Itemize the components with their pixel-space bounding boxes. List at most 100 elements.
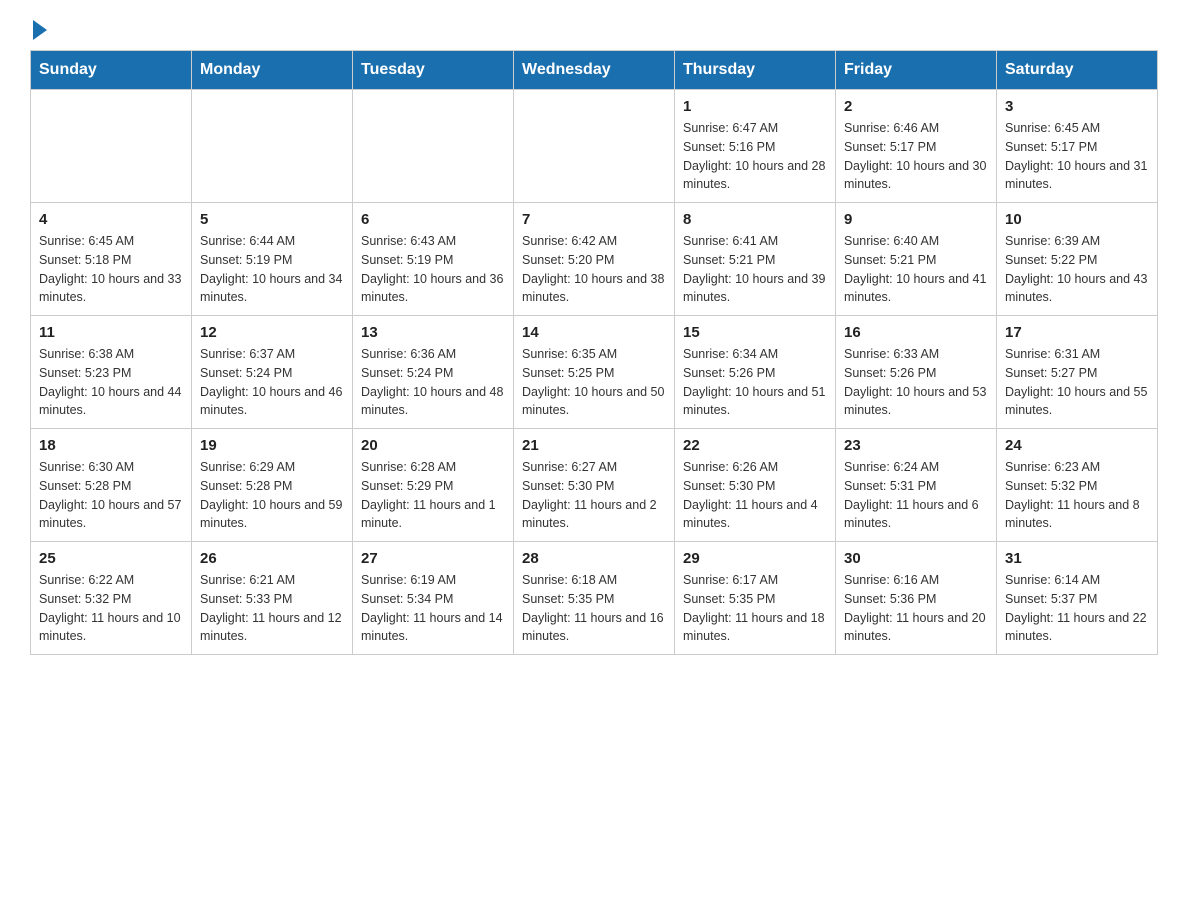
day-number: 13	[361, 324, 505, 341]
day-number: 20	[361, 437, 505, 454]
day-info: Sunrise: 6:41 AM Sunset: 5:21 PM Dayligh…	[683, 232, 827, 307]
calendar-cell: 11Sunrise: 6:38 AM Sunset: 5:23 PM Dayli…	[31, 316, 192, 429]
calendar-cell: 16 Sunrise: 6:33 AM Sunset: 5:26 PM Dayli…	[836, 316, 997, 429]
day-info: Sunrise: 6:14 AM Sunset: 5:37 PM Dayligh…	[1005, 571, 1149, 646]
calendar-cell: 18 Sunrise: 6:30 AM Sunset: 5:28 PM Dayli…	[31, 429, 192, 542]
header-row: Sunday Monday Tuesday Wednesday Thursday…	[31, 51, 1158, 90]
calendar-cell: 26 Sunrise: 6:21 AM Sunset: 5:33 PM Dayli…	[192, 542, 353, 655]
calendar-cell	[192, 90, 353, 203]
calendar-cell: 30 Sunrise: 6:16 AM Sunset: 5:36 PM Dayli…	[836, 542, 997, 655]
day-number: 30	[844, 550, 988, 567]
calendar-cell: 9 Sunrise: 6:40 AM Sunset: 5:21 PM Daylig…	[836, 203, 997, 316]
day-info: Sunrise: 6:16 AM Sunset: 5:36 PM Dayligh…	[844, 571, 988, 646]
day-number: 8	[683, 211, 827, 228]
day-number: 24	[1005, 437, 1149, 454]
logo-blue-line	[30, 20, 47, 40]
header-tuesday: Tuesday	[353, 51, 514, 90]
header-wednesday: Wednesday	[514, 51, 675, 90]
calendar-cell: 5 Sunrise: 6:44 AM Sunset: 5:19 PM Daylig…	[192, 203, 353, 316]
day-number: 28	[522, 550, 666, 567]
day-info: Sunrise: 6:45 AM Sunset: 5:17 PM Dayligh…	[1005, 119, 1149, 194]
day-number: 26	[200, 550, 344, 567]
header-saturday: Saturday	[997, 51, 1158, 90]
calendar-week-row: 4 Sunrise: 6:45 AM Sunset: 5:18 PM Daylig…	[31, 203, 1158, 316]
day-info: Sunrise: 6:31 AM Sunset: 5:27 PM Dayligh…	[1005, 345, 1149, 420]
day-number: 27	[361, 550, 505, 567]
day-info: Sunrise: 6:17 AM Sunset: 5:35 PM Dayligh…	[683, 571, 827, 646]
day-number: 18	[39, 437, 183, 454]
day-info: Sunrise: 6:30 AM Sunset: 5:28 PM Dayligh…	[39, 458, 183, 533]
calendar-cell: 21Sunrise: 6:27 AM Sunset: 5:30 PM Dayli…	[514, 429, 675, 542]
calendar-cell: 4 Sunrise: 6:45 AM Sunset: 5:18 PM Daylig…	[31, 203, 192, 316]
calendar-cell: 27Sunrise: 6:19 AM Sunset: 5:34 PM Dayli…	[353, 542, 514, 655]
day-info: Sunrise: 6:21 AM Sunset: 5:33 PM Dayligh…	[200, 571, 344, 646]
day-number: 9	[844, 211, 988, 228]
day-info: Sunrise: 6:18 AM Sunset: 5:35 PM Dayligh…	[522, 571, 666, 646]
day-info: Sunrise: 6:29 AM Sunset: 5:28 PM Dayligh…	[200, 458, 344, 533]
header-friday: Friday	[836, 51, 997, 90]
header-sunday: Sunday	[31, 51, 192, 90]
day-info: Sunrise: 6:22 AM Sunset: 5:32 PM Dayligh…	[39, 571, 183, 646]
day-info: Sunrise: 6:26 AM Sunset: 5:30 PM Dayligh…	[683, 458, 827, 533]
day-number: 5	[200, 211, 344, 228]
calendar-cell	[31, 90, 192, 203]
day-number: 1	[683, 98, 827, 115]
day-number: 6	[361, 211, 505, 228]
day-info: Sunrise: 6:35 AM Sunset: 5:25 PM Dayligh…	[522, 345, 666, 420]
day-number: 21	[522, 437, 666, 454]
calendar-cell: 3 Sunrise: 6:45 AM Sunset: 5:17 PM Daylig…	[997, 90, 1158, 203]
calendar-cell: 28 Sunrise: 6:18 AM Sunset: 5:35 PM Dayli…	[514, 542, 675, 655]
calendar-cell: 8 Sunrise: 6:41 AM Sunset: 5:21 PM Daylig…	[675, 203, 836, 316]
day-number: 10	[1005, 211, 1149, 228]
day-info: Sunrise: 6:39 AM Sunset: 5:22 PM Dayligh…	[1005, 232, 1149, 307]
day-info: Sunrise: 6:40 AM Sunset: 5:21 PM Dayligh…	[844, 232, 988, 307]
calendar-cell: 23 Sunrise: 6:24 AM Sunset: 5:31 PM Dayli…	[836, 429, 997, 542]
calendar-cell: 1 Sunrise: 6:47 AM Sunset: 5:16 PM Daylig…	[675, 90, 836, 203]
calendar-header: Sunday Monday Tuesday Wednesday Thursday…	[31, 51, 1158, 90]
day-info: Sunrise: 6:24 AM Sunset: 5:31 PM Dayligh…	[844, 458, 988, 533]
calendar-cell: 10 Sunrise: 6:39 AM Sunset: 5:22 PM Dayli…	[997, 203, 1158, 316]
calendar-cell: 24 Sunrise: 6:23 AM Sunset: 5:32 PM Dayli…	[997, 429, 1158, 542]
calendar-week-row: 18 Sunrise: 6:30 AM Sunset: 5:28 PM Dayli…	[31, 429, 1158, 542]
logo-triangle-icon	[33, 20, 47, 40]
day-info: Sunrise: 6:47 AM Sunset: 5:16 PM Dayligh…	[683, 119, 827, 194]
day-number: 11	[39, 324, 183, 341]
calendar-cell: 14Sunrise: 6:35 AM Sunset: 5:25 PM Dayli…	[514, 316, 675, 429]
day-number: 31	[1005, 550, 1149, 567]
calendar-cell: 12Sunrise: 6:37 AM Sunset: 5:24 PM Dayli…	[192, 316, 353, 429]
calendar-cell: 22 Sunrise: 6:26 AM Sunset: 5:30 PM Dayli…	[675, 429, 836, 542]
day-info: Sunrise: 6:45 AM Sunset: 5:18 PM Dayligh…	[39, 232, 183, 307]
calendar-cell: 19 Sunrise: 6:29 AM Sunset: 5:28 PM Dayli…	[192, 429, 353, 542]
header-monday: Monday	[192, 51, 353, 90]
day-info: Sunrise: 6:33 AM Sunset: 5:26 PM Dayligh…	[844, 345, 988, 420]
day-number: 17	[1005, 324, 1149, 341]
day-number: 4	[39, 211, 183, 228]
day-info: Sunrise: 6:36 AM Sunset: 5:24 PM Dayligh…	[361, 345, 505, 420]
day-number: 15	[683, 324, 827, 341]
day-info: Sunrise: 6:44 AM Sunset: 5:19 PM Dayligh…	[200, 232, 344, 307]
day-info: Sunrise: 6:42 AM Sunset: 5:20 PM Dayligh…	[522, 232, 666, 307]
header-thursday: Thursday	[675, 51, 836, 90]
logo	[30, 20, 47, 40]
day-info: Sunrise: 6:34 AM Sunset: 5:26 PM Dayligh…	[683, 345, 827, 420]
calendar-cell: 13 Sunrise: 6:36 AM Sunset: 5:24 PM Dayli…	[353, 316, 514, 429]
day-number: 19	[200, 437, 344, 454]
calendar-cell	[353, 90, 514, 203]
calendar-cell: 20Sunrise: 6:28 AM Sunset: 5:29 PM Dayli…	[353, 429, 514, 542]
calendar-week-row: 11Sunrise: 6:38 AM Sunset: 5:23 PM Dayli…	[31, 316, 1158, 429]
day-number: 23	[844, 437, 988, 454]
day-number: 2	[844, 98, 988, 115]
day-number: 25	[39, 550, 183, 567]
day-info: Sunrise: 6:46 AM Sunset: 5:17 PM Dayligh…	[844, 119, 988, 194]
calendar-cell: 15 Sunrise: 6:34 AM Sunset: 5:26 PM Dayli…	[675, 316, 836, 429]
day-number: 16	[844, 324, 988, 341]
calendar-cell	[514, 90, 675, 203]
day-number: 3	[1005, 98, 1149, 115]
calendar-week-row: 1 Sunrise: 6:47 AM Sunset: 5:16 PM Daylig…	[31, 90, 1158, 203]
calendar-cell: 17 Sunrise: 6:31 AM Sunset: 5:27 PM Dayli…	[997, 316, 1158, 429]
day-info: Sunrise: 6:23 AM Sunset: 5:32 PM Dayligh…	[1005, 458, 1149, 533]
calendar-cell: 25 Sunrise: 6:22 AM Sunset: 5:32 PM Dayli…	[31, 542, 192, 655]
calendar-body: 1 Sunrise: 6:47 AM Sunset: 5:16 PM Daylig…	[31, 90, 1158, 655]
day-number: 22	[683, 437, 827, 454]
calendar-table: Sunday Monday Tuesday Wednesday Thursday…	[30, 50, 1158, 655]
